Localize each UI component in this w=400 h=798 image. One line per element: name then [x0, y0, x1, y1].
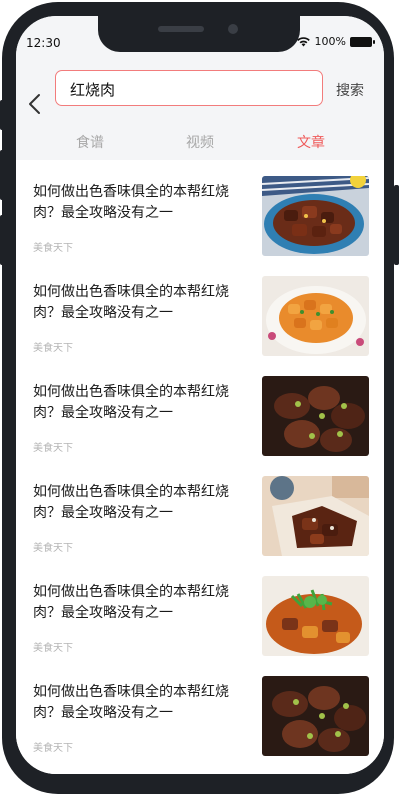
battery-percent: 100% — [314, 35, 346, 48]
notch — [98, 16, 300, 52]
search-box[interactable] — [55, 70, 323, 106]
article-item[interactable]: 如何做出色香味俱全的本帮红烧肉？最全攻略没有之一 美食天下 — [16, 470, 384, 570]
speaker-grille — [158, 26, 204, 32]
tab-videos[interactable]: 视频 — [186, 132, 214, 152]
phone-screen: 12:30 100% 红烧肉 搜索 食谱 视频 文章 如何做出色香味俱全的本帮红… — [16, 16, 384, 774]
search-input[interactable] — [68, 77, 312, 101]
article-source: 美食天下 — [33, 343, 73, 354]
search-header: 搜索 食谱 视频 文章 — [16, 56, 384, 160]
tab-recipes[interactable]: 食谱 — [76, 132, 104, 152]
article-title: 如何做出色香味俱全的本帮红烧肉？最全攻略没有之一 — [33, 284, 229, 321]
phone-mockup: 12:30 100% 红烧肉 搜索 食谱 视频 文章 如何做出色香味俱全的本帮红… — [0, 0, 400, 798]
battery-icon — [350, 36, 375, 47]
tab-bar: 食谱 视频 文章 — [16, 124, 384, 154]
article-item[interactable]: 如何做出色香味俱全的本帮红烧肉？最全攻略没有之一 美食天下 — [16, 670, 384, 770]
back-button[interactable] — [26, 92, 46, 116]
article-thumbnail — [262, 676, 369, 756]
article-thumbnail — [262, 276, 369, 356]
back-chevron-icon — [29, 94, 40, 114]
article-title: 如何做出色香味俱全的本帮红烧肉？最全攻略没有之一 — [33, 484, 229, 521]
article-source: 美食天下 — [33, 543, 73, 554]
article-item[interactable]: 如何做出色香味俱全的本帮红烧肉？最全攻略没有之一 美食天下 — [16, 170, 384, 270]
side-button-left-3 — [0, 215, 4, 265]
article-thumbnail — [262, 576, 369, 656]
article-item[interactable]: 如何做出色香味俱全的本帮红烧肉？最全攻略没有之一 美食天下 — [16, 270, 384, 370]
article-title: 如何做出色香味俱全的本帮红烧肉？最全攻略没有之一 — [33, 384, 229, 421]
article-item[interactable]: 如何做出色香味俱全的本帮红烧肉？最全攻略没有之一 美食天下 — [16, 570, 384, 670]
front-camera — [228, 24, 238, 34]
side-button-right — [394, 185, 399, 265]
article-title: 如何做出色香味俱全的本帮红烧肉？最全攻略没有之一 — [33, 684, 229, 721]
article-item[interactable]: 如何做出色香味俱全的本帮红烧肉？最全攻略没有之一 美食天下 — [16, 370, 384, 470]
article-list: 如何做出色香味俱全的本帮红烧肉？最全攻略没有之一 美食天下 如何做出色香味俱全的… — [16, 160, 384, 774]
article-title: 如何做出色香味俱全的本帮红烧肉？最全攻略没有之一 — [33, 584, 229, 621]
article-thumbnail — [262, 376, 369, 456]
tab-articles[interactable]: 文章 — [297, 132, 325, 152]
article-source: 美食天下 — [33, 243, 73, 254]
article-source: 美食天下 — [33, 643, 73, 654]
side-button-left-1 — [0, 100, 4, 130]
article-source: 美食天下 — [33, 443, 73, 454]
side-button-left-2 — [0, 150, 4, 200]
article-source: 美食天下 — [33, 743, 73, 754]
article-title: 如何做出色香味俱全的本帮红烧肉？最全攻略没有之一 — [33, 184, 229, 221]
article-thumbnail — [262, 476, 369, 556]
article-thumbnail — [262, 176, 369, 256]
search-button[interactable]: 搜索 — [336, 80, 364, 100]
status-right: 100% — [296, 35, 375, 48]
status-time: 12:30 — [26, 36, 61, 50]
